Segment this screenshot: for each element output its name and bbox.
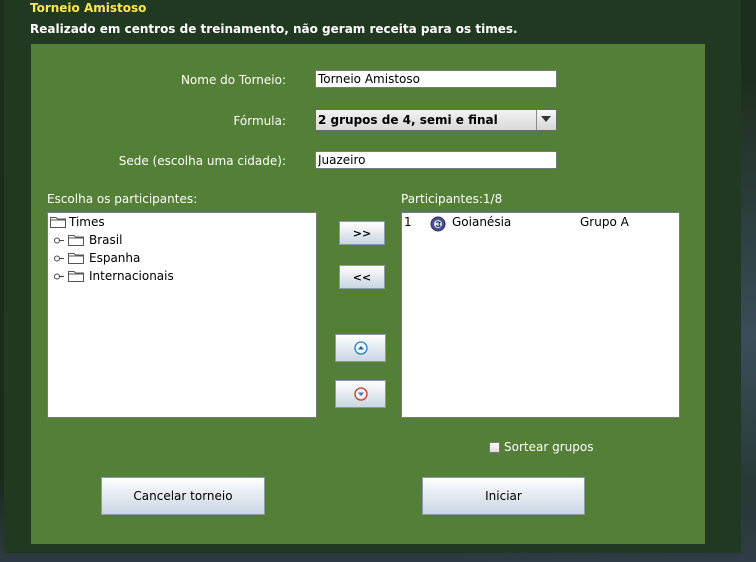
choose-participants-label: Escolha os participantes:	[47, 192, 198, 206]
draw-groups-checkbox[interactable]	[489, 442, 500, 453]
tournament-dialog: Torneio Amistoso Realizado em centros de…	[4, 0, 741, 553]
folder-icon	[68, 253, 84, 264]
expand-toggle-icon[interactable]	[54, 255, 64, 262]
folder-icon	[68, 271, 84, 282]
arrow-down-circle-icon	[353, 387, 368, 401]
formula-selected-value: 2 grupos de 4, semi e final	[318, 113, 498, 127]
start-button[interactable]: Iniciar	[422, 477, 585, 515]
dialog-title: Torneio Amistoso	[30, 1, 147, 15]
move-up-button[interactable]	[335, 334, 386, 362]
folder-icon	[68, 235, 84, 246]
tree-node-label: Brasil	[89, 233, 123, 247]
expand-toggle-icon[interactable]	[54, 237, 64, 244]
expand-toggle-icon[interactable]	[54, 273, 64, 280]
venue-label: Sede (escolha uma cidade):	[118, 154, 286, 168]
participants-count-label: Participantes:1/8	[401, 192, 503, 206]
draw-groups-label: Sortear grupos	[504, 440, 594, 454]
participants-list[interactable]: 1 Goianésia Grupo A	[401, 212, 680, 418]
dialog-subtitle: Realizado em centros de treinamento, não…	[30, 22, 518, 36]
teams-tree[interactable]: Times Brasil Espanha Internacionais	[47, 212, 317, 418]
participant-group: Grupo A	[580, 215, 629, 229]
tree-node-label: Internacionais	[89, 269, 174, 283]
tree-node-label: Espanha	[89, 251, 141, 265]
move-down-button[interactable]	[335, 380, 386, 408]
cancel-tournament-button[interactable]: Cancelar torneio	[101, 477, 265, 515]
folder-icon	[50, 217, 66, 228]
formula-select[interactable]: 2 grupos de 4, semi e final	[315, 109, 557, 131]
participant-index: 1	[404, 215, 412, 229]
tree-node-label: Times	[69, 215, 105, 229]
add-participant-button[interactable]: >>	[339, 221, 385, 245]
participant-row[interactable]: 1 Goianésia Grupo A	[402, 214, 679, 232]
arrow-up-circle-icon	[353, 341, 368, 355]
venue-input[interactable]	[315, 151, 557, 169]
participant-team: Goianésia	[452, 215, 512, 229]
tournament-name-input[interactable]	[315, 70, 557, 88]
form-panel: Nome do Torneio: Fórmula: 2 grupos de 4,…	[31, 44, 705, 544]
tournament-name-label: Nome do Torneio:	[180, 73, 286, 87]
team-crest-icon	[430, 216, 446, 232]
chevron-down-icon[interactable]	[536, 110, 556, 130]
remove-participant-button[interactable]: <<	[339, 265, 385, 289]
formula-label: Fórmula:	[233, 114, 286, 128]
